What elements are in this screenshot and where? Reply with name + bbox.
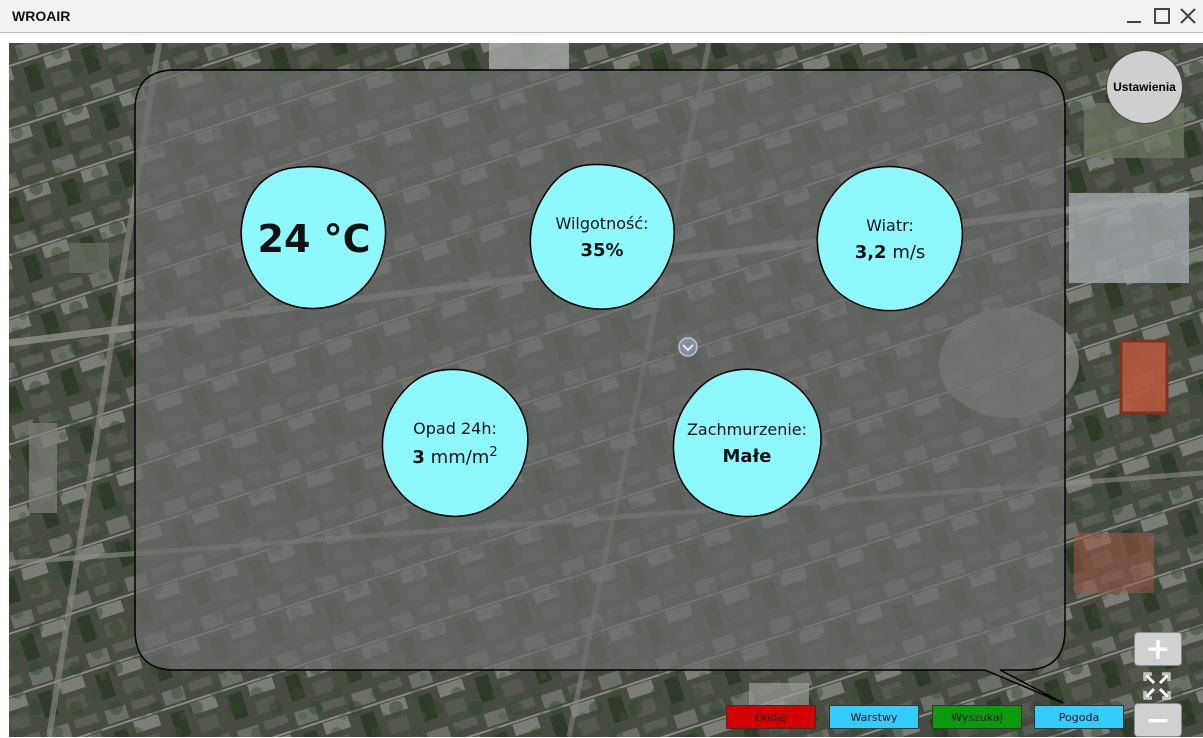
weather-button[interactable]: Pogoda	[1034, 705, 1124, 729]
add-button[interactable]: Dodaj	[726, 705, 816, 729]
layers-button[interactable]: Warstwy	[829, 705, 919, 729]
search-button-label: Wyszukaj	[951, 710, 1003, 724]
humidity-value: 35%	[580, 239, 624, 261]
temperature-value: 24 °C	[257, 217, 371, 261]
wind-label: Wiatr:	[866, 215, 914, 235]
zoom-in-button[interactable]: +	[1134, 631, 1182, 667]
temperature-bubble: 24 °C	[239, 165, 389, 313]
precipitation-bubble: Opad 24h: 3 mm/m2	[380, 368, 530, 518]
fullscreen-icon[interactable]	[1142, 671, 1172, 701]
settings-button[interactable]: Ustawienia	[1106, 50, 1183, 124]
wind-value: 3,2	[854, 241, 887, 263]
wind-unit: m/s	[892, 241, 926, 263]
cloud-cover-bubble: Zachmurzenie: Małe	[671, 368, 823, 518]
cloud-cover-value: Małe	[722, 445, 772, 467]
precipitation-value: 3	[412, 446, 425, 468]
weather-panel	[134, 69, 1066, 704]
precipitation-unit-exponent: 2	[489, 444, 498, 460]
search-button[interactable]: Wyszukaj	[932, 705, 1022, 729]
weather-button-label: Pogoda	[1058, 710, 1100, 724]
cloud-cover-label: Zachmurzenie:	[686, 419, 808, 439]
location-marker-icon[interactable]	[677, 336, 699, 358]
precipitation-unit: mm/m	[430, 446, 490, 468]
precipitation-label: Opad 24h:	[413, 418, 497, 438]
settings-label: Ustawienia	[1113, 80, 1176, 94]
humidity-bubble: Wilgotność: 35%	[527, 163, 677, 311]
humidity-label: Wilgotność:	[555, 213, 649, 233]
plus-icon: +	[1145, 631, 1171, 667]
layers-button-label: Warstwy	[850, 710, 898, 724]
add-button-label: Dodaj	[755, 710, 787, 724]
zoom-out-button[interactable]: −	[1134, 702, 1182, 738]
minus-icon: −	[1145, 702, 1171, 738]
wind-bubble: Wiatr: 3,2 m/s	[815, 165, 965, 313]
